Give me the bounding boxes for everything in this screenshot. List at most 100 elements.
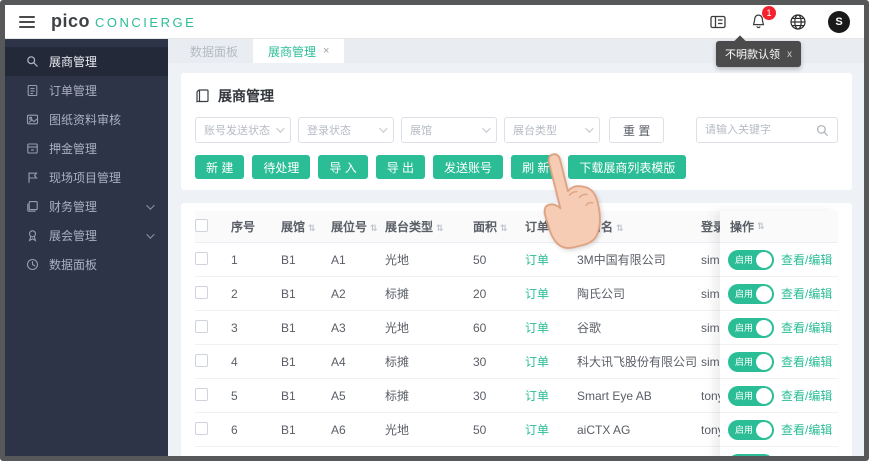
row-checkbox[interactable] bbox=[195, 319, 208, 333]
fixed-operation-column: 操作 ⇅ 启用 查看/编辑 启用 查看/编辑 启用 查看/编辑 启用 查看/编辑… bbox=[720, 211, 838, 456]
view-edit-link[interactable]: 查看/编辑 bbox=[781, 455, 832, 456]
search-icon[interactable] bbox=[816, 124, 829, 137]
drawing-review-icon bbox=[26, 114, 39, 125]
cell-area: 60 bbox=[473, 320, 487, 335]
language-globe-icon[interactable] bbox=[788, 12, 808, 32]
search-input[interactable] bbox=[705, 124, 816, 136]
sidebar-item-drawing-review[interactable]: 图纸资料审核 bbox=[5, 105, 168, 134]
col-header-operation[interactable]: 操作 ⇅ bbox=[720, 211, 838, 243]
cell-area: 50 bbox=[473, 252, 487, 267]
view-edit-link[interactable]: 查看/编辑 bbox=[781, 421, 832, 438]
sidebar-item-exhibitor-management[interactable]: 展商管理 bbox=[5, 47, 168, 76]
cell-exhibitor-name: 科大讯飞股份有限公司 bbox=[577, 355, 698, 369]
toggle-knob bbox=[756, 319, 772, 336]
sort-icon[interactable]: ⇅ bbox=[616, 224, 624, 234]
col-header-area[interactable]: 面积 ⇅ bbox=[473, 218, 525, 235]
tooltip-label: 不明款认领 bbox=[725, 49, 780, 61]
claim-form-icon[interactable] bbox=[708, 12, 728, 32]
notification-bell-icon[interactable]: 1 bbox=[748, 5, 776, 32]
enable-toggle[interactable]: 启用 bbox=[728, 419, 774, 440]
toggle-label: 启用 bbox=[735, 454, 753, 457]
view-edit-link[interactable]: 查看/编辑 bbox=[781, 387, 832, 404]
col-header-name[interactable]: 展商名 ⇅ bbox=[577, 218, 701, 235]
cell-no: 1 bbox=[231, 252, 238, 267]
cell-type: 标摊 bbox=[385, 389, 410, 403]
chevron-down-icon bbox=[276, 124, 285, 133]
enable-toggle[interactable]: 启用 bbox=[728, 283, 774, 304]
refresh-button[interactable]: 刷 新 bbox=[511, 155, 561, 179]
row-checkbox[interactable] bbox=[195, 285, 208, 299]
cell-type: 标摊 bbox=[385, 287, 410, 301]
notification-badge: 1 bbox=[762, 5, 776, 20]
cell-type: 标摊 bbox=[385, 355, 410, 369]
view-edit-link[interactable]: 查看/编辑 bbox=[781, 319, 832, 336]
tab-close-icon[interactable]: × bbox=[323, 45, 329, 57]
enable-toggle[interactable]: 启用 bbox=[728, 317, 774, 338]
sidebar-item-deposit-management[interactable]: 押金管理 bbox=[5, 134, 168, 163]
tooltip-close-icon[interactable]: x bbox=[787, 49, 792, 60]
pending-button[interactable]: 待处理 bbox=[252, 155, 311, 179]
operation-cell: 启用 查看/编辑 bbox=[720, 345, 838, 379]
view-edit-link[interactable]: 查看/编辑 bbox=[781, 251, 832, 268]
order-link[interactable]: 订单 bbox=[525, 287, 549, 301]
logo[interactable]: pico CONCIERGE bbox=[51, 11, 196, 32]
order-link[interactable]: 订单 bbox=[525, 423, 549, 437]
download-template-button[interactable]: 下载展商列表模版 bbox=[568, 155, 687, 179]
reset-button[interactable]: 重 置 bbox=[609, 117, 665, 143]
enable-toggle[interactable]: 启用 bbox=[728, 249, 774, 270]
row-checkbox[interactable] bbox=[195, 387, 208, 401]
chevron-down-icon bbox=[379, 124, 388, 133]
enable-toggle[interactable]: 启用 bbox=[728, 453, 774, 457]
sidebar-label: 押金管理 bbox=[49, 142, 98, 156]
enable-toggle[interactable]: 启用 bbox=[728, 385, 774, 406]
send-account-button[interactable]: 发送账号 bbox=[433, 155, 504, 179]
sidebar-item-data-dashboard[interactable]: 数据面板 bbox=[5, 250, 168, 279]
app-window: pico CONCIERGE 1 S 不明款认领 x 展商管理 订单管理 图纸资… bbox=[0, 0, 869, 461]
sidebar-item-onsite-project[interactable]: 现场项目管理 bbox=[5, 163, 168, 192]
export-button[interactable]: 导 出 bbox=[375, 155, 426, 179]
cell-hall: B1 bbox=[281, 252, 296, 267]
sort-icon[interactable]: ⇅ bbox=[757, 222, 765, 232]
toggle-knob bbox=[756, 387, 772, 404]
row-checkbox[interactable] bbox=[195, 353, 208, 367]
sort-icon[interactable]: ⇅ bbox=[500, 224, 508, 234]
select-hall[interactable]: 展馆 bbox=[401, 117, 497, 143]
col-header-hall[interactable]: 展馆 ⇅ bbox=[281, 218, 331, 235]
sort-icon[interactable]: ⇅ bbox=[436, 224, 444, 234]
sidebar-item-finance-management[interactable]: 财务管理 bbox=[5, 192, 168, 221]
row-checkbox[interactable] bbox=[195, 421, 208, 435]
select-booth-type[interactable]: 展台类型 bbox=[504, 117, 600, 143]
sort-icon[interactable]: ⇅ bbox=[308, 224, 316, 234]
order-link[interactable]: 订单 bbox=[525, 355, 549, 369]
toggle-label: 启用 bbox=[735, 288, 754, 299]
toggle-label: 启用 bbox=[735, 424, 754, 435]
chevron-down-icon bbox=[146, 229, 155, 239]
order-link[interactable]: 订单 bbox=[525, 253, 549, 267]
sidebar-item-order-management[interactable]: 订单管理 bbox=[5, 76, 168, 105]
view-edit-link[interactable]: 查看/编辑 bbox=[781, 353, 832, 370]
col-header-no: 序号 bbox=[231, 220, 256, 234]
new-button[interactable]: 新 建 bbox=[195, 155, 245, 179]
sidebar-item-exhibition-management[interactable]: 展会管理 bbox=[5, 221, 168, 250]
user-avatar[interactable]: S bbox=[828, 10, 850, 33]
order-link[interactable]: 订单 bbox=[525, 321, 549, 335]
import-button[interactable]: 导 入 bbox=[318, 155, 368, 179]
view-edit-link[interactable]: 查看/编辑 bbox=[781, 285, 832, 302]
exhibitor-icon bbox=[27, 56, 38, 67]
select-all-checkbox[interactable] bbox=[195, 218, 208, 232]
col-header-order[interactable]: 订单 ⇅ bbox=[525, 218, 577, 235]
enable-toggle[interactable]: 启用 bbox=[728, 351, 774, 372]
cell-no: 4 bbox=[231, 354, 238, 369]
keyword-search-box[interactable] bbox=[696, 117, 838, 143]
tab-data-dashboard[interactable]: 数据面板 bbox=[175, 39, 253, 63]
select-account-send-status[interactable]: 账号发送状态 bbox=[195, 117, 291, 143]
col-header-booth[interactable]: 展位号 ⇅ bbox=[331, 218, 385, 235]
order-link[interactable]: 订单 bbox=[525, 389, 549, 403]
sort-icon[interactable]: ⇅ bbox=[370, 224, 378, 234]
select-login-status[interactable]: 登录状态 bbox=[298, 117, 394, 143]
hamburger-menu-icon[interactable] bbox=[19, 15, 35, 28]
sort-icon[interactable]: ⇅ bbox=[552, 224, 560, 234]
row-checkbox[interactable] bbox=[195, 251, 208, 265]
tab-exhibitor-management[interactable]: 展商管理 × bbox=[253, 39, 345, 63]
col-header-type[interactable]: 展台类型 ⇅ bbox=[385, 218, 473, 235]
